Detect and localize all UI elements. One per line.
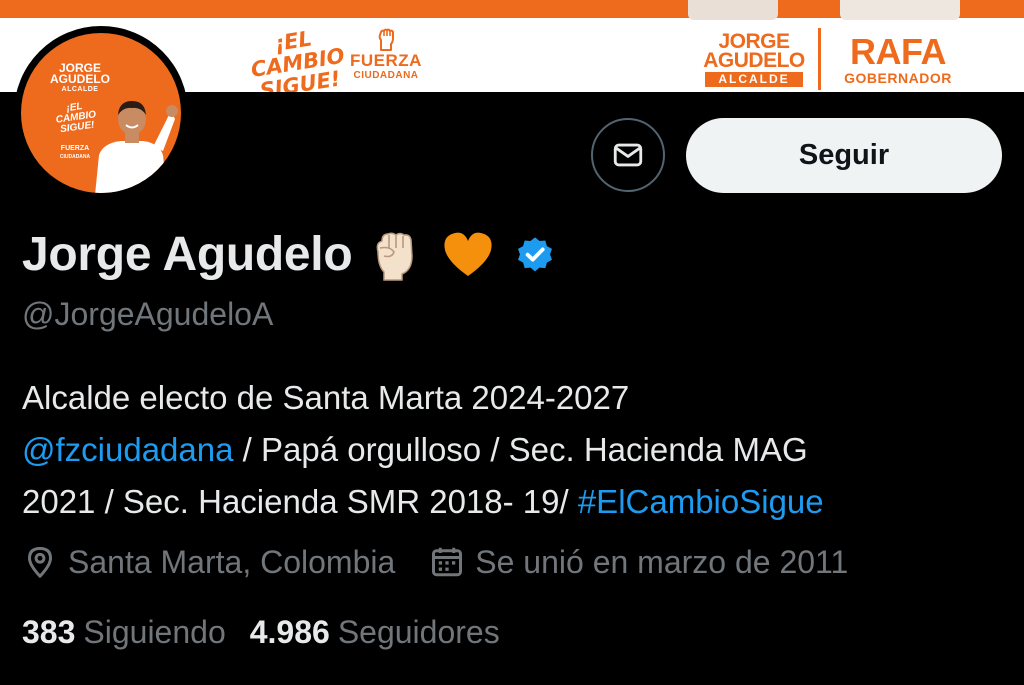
message-button[interactable]: [591, 118, 665, 192]
followers-label: Seguidores: [337, 613, 500, 650]
candidate-last-name: AGUDELO: [703, 49, 805, 72]
envelope-icon: [613, 143, 643, 167]
following-label: Siguiendo: [83, 613, 226, 650]
join-date-text: Se unió en marzo de 2011: [475, 543, 849, 580]
bio-text: 2021 / Sec. Hacienda SMR 2018- 19/: [22, 483, 578, 520]
banner-candidate-mayor: JORGE AGUDELO ALCALDE: [700, 31, 808, 90]
banner-party-name: FUERZA: [350, 51, 422, 70]
banner-candidate-governor: RAFA GOBERNADOR: [830, 34, 966, 88]
profile-avatar[interactable]: JORGE AGUDELO ALCALDE ¡EL CAMBIO SIGUE! …: [14, 26, 188, 200]
followers-count: 4.986: [249, 613, 330, 650]
display-name-row: Jorge Agudelo: [22, 222, 556, 286]
display-name: Jorge Agudelo: [22, 227, 353, 281]
profile-bio: Alcalde electo de Santa Marta 2024-2027 …: [22, 372, 1012, 528]
avatar-image: JORGE AGUDELO ALCALDE ¡EL CAMBIO SIGUE! …: [21, 33, 181, 193]
banner-party-logo: FUERZA CIUDADANA: [342, 26, 430, 88]
bio-line: 2021 / Sec. Hacienda SMR 2018- 19/ #ElCa…: [22, 476, 1012, 528]
avatar-name-last: AGUDELO: [50, 72, 110, 86]
bio-line: @fzciudadana / Papá orgulloso / Sec. Hac…: [22, 424, 1012, 476]
bio-line: Alcalde electo de Santa Marta 2024-2027: [22, 379, 630, 416]
follow-button[interactable]: Seguir: [686, 118, 1002, 193]
raised-fist-icon: [342, 26, 430, 52]
orange-heart-icon: [444, 232, 492, 276]
profile-stats: 383 Siguiendo 4.986 Seguidores: [22, 610, 500, 654]
following-link[interactable]: 383 Siguiendo: [22, 614, 226, 651]
banner-party-sub: CIUDADANA: [353, 70, 419, 81]
candidate-name: RAFA: [850, 31, 947, 72]
followers-link[interactable]: 4.986 Seguidores: [250, 614, 500, 651]
candidate-role: GOBERNADOR: [844, 70, 952, 86]
location-pin-icon: [28, 547, 52, 578]
calendar-icon: [432, 547, 463, 577]
following-count: 383: [22, 613, 76, 650]
bio-text: / Papá orgulloso / Sec. Hacienda MAG: [233, 431, 808, 468]
join-date-item: Se unió en marzo de 2011: [429, 544, 848, 581]
bio-mention-link[interactable]: @fzciudadana: [22, 431, 233, 468]
raised-fist-icon: [376, 232, 414, 281]
person-illustration: [95, 101, 178, 193]
banner-divider: [818, 28, 821, 90]
profile-page: ¡EL CAMBIO SIGUE! FUERZA CIUDADANA JORGE…: [0, 0, 1024, 685]
bio-hashtag-link[interactable]: #ElCambioSigue: [578, 483, 824, 520]
banner-slogan: ¡EL CAMBIO SIGUE!: [246, 23, 346, 92]
profile-meta: Santa Marta, Colombia Se unió en marzo d…: [22, 540, 848, 584]
profile-handle: @JorgeAgudeloA: [22, 296, 274, 332]
location-item: Santa Marta, Colombia: [22, 544, 395, 581]
banner-photo: [688, 0, 778, 20]
location-text: Santa Marta, Colombia: [68, 543, 396, 580]
candidate-role: ALCALDE: [705, 72, 803, 87]
banner-photo: [840, 0, 960, 20]
verified-badge-icon[interactable]: [514, 233, 556, 275]
